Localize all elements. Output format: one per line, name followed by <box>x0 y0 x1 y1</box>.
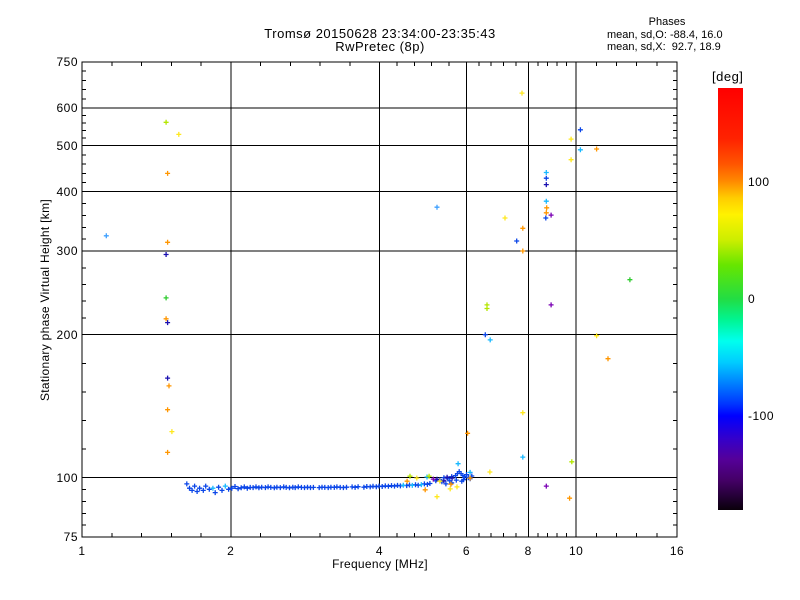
plot-canvas <box>81 61 678 538</box>
echo-navy <box>163 182 549 484</box>
echo-yellow <box>169 90 600 500</box>
colorbar-gradient <box>718 88 743 510</box>
x-tick-label: 6 <box>462 544 471 558</box>
y-tick-label: 100 <box>56 470 78 485</box>
echo-green <box>163 277 633 301</box>
colorbar-tick-label: 0 <box>748 292 756 306</box>
y-tick-label: 750 <box>56 55 78 69</box>
x-tick-label: 16 <box>669 544 685 558</box>
y-tick-label: 600 <box>56 101 78 116</box>
x-tick-label: 4 <box>375 544 384 558</box>
x-tick-label: 10 <box>568 544 584 558</box>
y-tick-label: 400 <box>56 184 78 199</box>
y-tick-label: 200 <box>56 327 78 342</box>
echo-yellowgreen <box>163 119 575 479</box>
y-tick-label: 300 <box>56 244 78 259</box>
x-tick-label: 1 <box>78 544 86 558</box>
x-tick-label: 2 <box>227 544 235 558</box>
colorbar-tick-label: -100 <box>748 409 775 424</box>
ionogram-screen: Tromsø 20150628 23:34:00-23:35:43 RwPret… <box>0 0 800 600</box>
y-tick-label: 500 <box>56 138 78 153</box>
echo-lightblue <box>103 204 440 239</box>
echo-trace-blue <box>184 127 583 496</box>
y-tick-label: 75 <box>63 530 78 544</box>
colorbar-tick-label: 100 <box>748 174 770 189</box>
echo-cyan <box>210 147 583 491</box>
echo-purple <box>430 212 554 489</box>
x-tick-label: 8 <box>524 544 532 558</box>
colorbar-label: [deg] <box>712 69 744 84</box>
